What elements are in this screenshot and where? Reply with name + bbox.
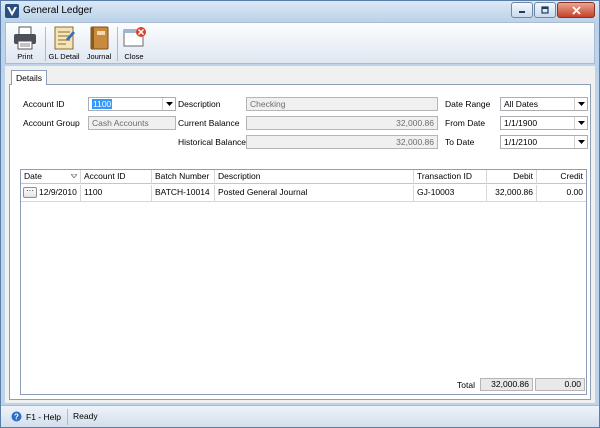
from-date-picker[interactable]: 1/1/1900 [500,116,588,130]
from-date-dropdown[interactable] [574,117,587,129]
current-balance-label: Current Balance [178,118,240,128]
help-icon: ? [11,411,22,422]
column-header-credit[interactable]: Credit [537,170,586,184]
status-bar: ? F1 - Help Ready [1,405,599,427]
column-header-debit[interactable]: Debit [487,170,537,184]
row-debit-cell: 32,000.86 [487,185,537,201]
to-date-dropdown[interactable] [574,136,587,148]
svg-text:?: ? [14,413,19,422]
maximize-button[interactable] [534,2,556,18]
total-credit-field: 0.00 [535,378,585,391]
from-date-label: From Date [445,118,486,128]
chevron-down-icon [577,140,585,144]
content-area: Details Account ID 1100 Account Group Ca… [5,66,595,403]
row-description-cell: Posted General Journal [215,185,414,201]
historical-balance-field: 32,000.86 [246,135,438,149]
row-batch-cell: BATCH-10014 [152,185,215,201]
current-balance-field: 32,000.86 [246,116,438,130]
help-button[interactable]: ? F1 - Help [11,411,61,422]
to-date-value: 1/1/2100 [504,137,538,147]
general-ledger-window: General Ledger Print GL Detail Journal C… [0,0,600,428]
chevron-down-icon [165,102,173,106]
date-range-label: Date Range [445,99,491,109]
account-id-dropdown[interactable] [162,98,175,110]
minimize-icon [519,11,525,13]
maximize-icon [541,6,549,14]
close-window-button[interactable] [557,2,595,18]
historical-balance-label: Historical Balance [178,137,247,147]
column-header-batch-number[interactable]: Batch Number [152,170,215,184]
journal-button[interactable]: Journal [83,25,115,63]
row-ellipsis-button[interactable]: ··· [23,187,37,199]
transactions-grid: Date Account ID Batch Number Description… [20,169,587,395]
close-form-icon [123,27,146,47]
details-panel: Account ID 1100 Account Group Cash Accou… [9,84,591,400]
sort-indicator-icon [71,174,77,178]
table-row[interactable]: ··· 12/9/2010 1100 BATCH-10014 Posted Gen… [21,185,586,202]
account-id-value: 1100 [92,99,113,109]
grid-header: Date Account ID Batch Number Description… [21,170,586,184]
description-field: Checking [246,97,438,111]
row-account-id-cell: 1100 [81,185,152,201]
account-id-label: Account ID [23,99,65,109]
close-icon [571,5,581,15]
chevron-down-icon [577,102,585,106]
app-logo-icon [5,4,19,18]
column-header-transaction-id[interactable]: Transaction ID [414,170,487,184]
row-date-cell: ··· 12/9/2010 [21,185,81,201]
close-label: Close [124,52,144,61]
from-date-value: 1/1/1900 [504,118,538,128]
account-group-field: Cash Accounts [88,116,176,130]
row-transaction-id-cell: GJ-10003 [414,185,487,201]
print-button[interactable]: Print [8,25,42,63]
ledger-detail-icon [54,26,75,50]
date-range-value: All Dates [504,99,539,109]
date-range-dropdown[interactable] [574,98,587,110]
to-date-picker[interactable]: 1/1/2100 [500,135,588,149]
help-label: F1 - Help [26,411,61,422]
journal-label: Journal [86,52,112,61]
printer-icon [14,26,36,50]
account-group-label: Account Group [23,118,80,128]
gl-detail-button[interactable]: GL Detail [46,25,82,63]
chevron-down-icon [577,121,585,125]
gl-detail-label: GL Detail [48,52,80,61]
column-header-account-id[interactable]: Account ID [81,170,152,184]
print-label: Print [17,52,33,61]
status-text: Ready [73,411,98,421]
description-label: Description [178,99,221,109]
row-credit-cell: 0.00 [566,187,583,197]
window-title: General Ledger [23,5,93,16]
column-header-date[interactable]: Date [21,170,81,184]
toolbar: Print GL Detail Journal Close [5,22,595,64]
tab-details[interactable]: Details [11,70,47,85]
date-range-select[interactable]: All Dates [500,97,588,111]
to-date-label: To Date [445,137,475,147]
title-bar[interactable]: General Ledger [1,1,599,21]
minimize-button[interactable] [511,2,533,18]
total-label: Total [457,380,475,390]
close-button[interactable]: Close [119,25,149,63]
account-id-select[interactable]: 1100 [88,97,176,111]
total-debit-field: 32,000.86 [480,378,533,391]
column-header-description[interactable]: Description [215,170,414,184]
journal-book-icon [90,26,109,50]
